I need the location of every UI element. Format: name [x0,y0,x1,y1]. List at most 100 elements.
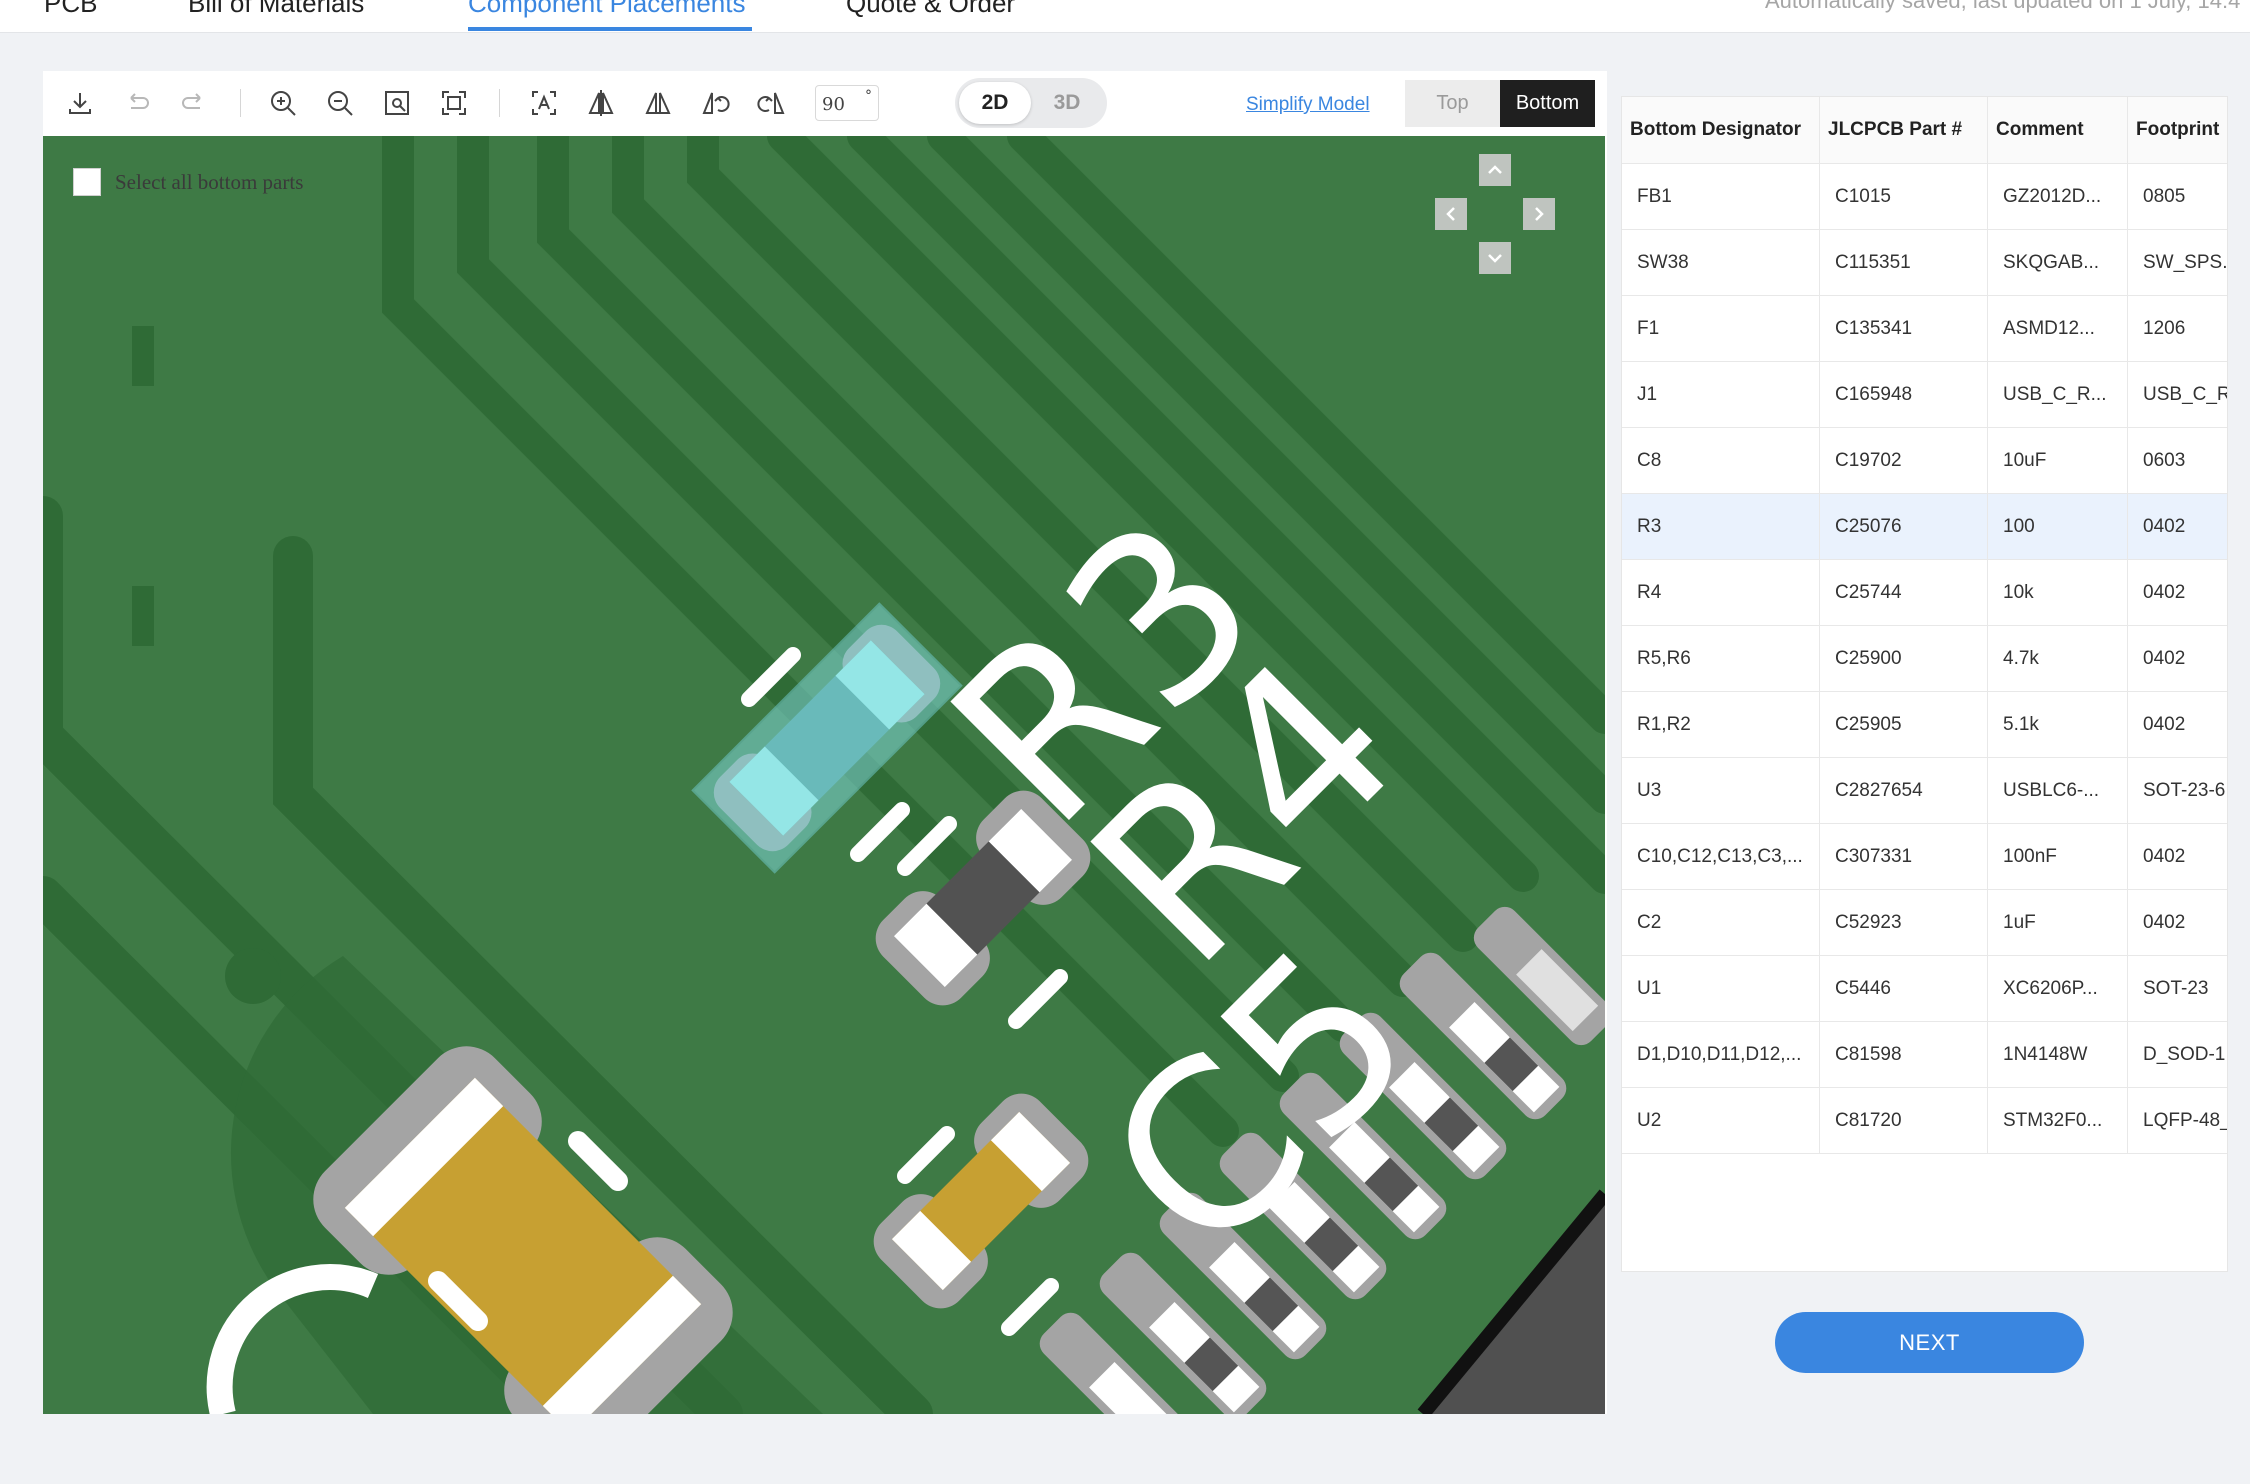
pan-right-icon[interactable] [1523,198,1555,230]
tab-component-placements[interactable]: Component Placements [468,0,745,19]
part-number-cell: C135341 [1819,295,1988,362]
part-number-cell: C25076 [1819,493,1988,560]
simplify-model-link[interactable]: Simplify Model [1246,94,1370,116]
table-row[interactable]: R1,R2 C25905 5.1k 0402 [1622,691,2227,758]
comment-cell: 5.1k [1987,691,2128,758]
part-number-cell: C2827654 [1819,757,1988,824]
table-row[interactable]: D1,D10,D11,D12,...C815981N4148WD_SOD-1..… [1622,1021,2227,1088]
designator-cell: R4 [1622,559,1820,626]
select-all-checkbox[interactable] [73,168,101,196]
designator-cell: R3 [1622,493,1820,560]
footprint-cell: SOT-23-6 [2127,757,2227,824]
toolbar-divider [240,89,241,117]
comment-cell: XC6206P... [1987,955,2128,1022]
top-tab-bar: PCB Bill of Materials Component Placemen… [0,0,2250,33]
tab-bill-of-materials[interactable]: Bill of Materials [188,0,364,19]
tab-quote-and-order[interactable]: Quote & Order [846,0,1015,19]
autosave-status: Automatically saved, last updated on 1 J… [1765,0,2241,13]
column-header-part-number: JLCPCB Part # [1819,97,1988,164]
pcb-canvas[interactable]: R3 R4 C5 Select all bottom parts [43,136,1605,1414]
flip-vertical-icon[interactable] [638,83,678,123]
select-all-label: Select all bottom parts [115,169,304,194]
comment-cell: GZ2012D... [1987,163,2128,230]
part-number-cell: C25744 [1819,559,1988,626]
zoom-in-icon[interactable] [263,83,303,123]
comment-cell: USB_C_R... [1987,361,2128,428]
pan-up-icon[interactable] [1479,154,1511,186]
column-header-designator: Bottom Designator [1622,97,1820,164]
table-row[interactable]: U3 C2827654 USBLC6-... SOT-23-6 [1622,757,2227,824]
footprint-cell: LQFP-48_... [2127,1087,2227,1154]
table-row[interactable]: R4 C25744 10k 0402 [1622,559,2227,626]
column-header-footprint: Footprint [2127,97,2227,164]
table-row[interactable]: R5,R6 C25900 4.7k 0402 [1622,625,2227,692]
undo-icon[interactable] [117,83,157,123]
view-dimension-toggle: 2D 3D [955,78,1107,128]
designator-cell: D1,D10,D11,D12,... [1622,1021,1820,1088]
designator-cell: U3 [1622,757,1820,824]
footprint-cell: 0402 [2127,823,2227,890]
part-number-cell: C25900 [1819,625,1988,692]
part-number-cell: C307331 [1819,823,1988,890]
rotation-angle-value: 90 [822,94,845,115]
comment-cell: 10k [1987,559,2128,626]
table-row[interactable]: F1 C135341 ASMD12... 1206 [1622,295,2227,362]
rotate-right-icon[interactable] [752,83,792,123]
view-2d-button[interactable]: 2D [959,82,1031,124]
footprint-cell: 0402 [2127,889,2227,956]
part-number-cell: C165948 [1819,361,1988,428]
footprint-cell: USB_C_R... [2127,361,2227,428]
table-row[interactable]: FB1 C1015 GZ2012D... 0805 [1622,163,2227,230]
comment-cell: STM32F0... [1987,1087,2128,1154]
view-3d-button[interactable]: 3D [1031,82,1103,124]
pan-down-icon[interactable] [1479,242,1511,274]
placement-editor: 90 ° 2D 3D Simplify Model Top Bottom R3 … [43,71,1607,1414]
select-text-icon[interactable] [524,83,564,123]
flip-horizontal-icon[interactable] [581,83,621,123]
redo-icon[interactable] [174,83,214,123]
footprint-cell: 0402 [2127,493,2227,560]
zoom-out-icon[interactable] [320,83,360,123]
comment-cell: 10uF [1987,427,2128,494]
footprint-cell: 0402 [2127,559,2227,626]
rotation-angle-input[interactable]: 90 ° [815,85,879,121]
footprint-cell: 1206 [2127,295,2227,362]
table-row[interactable]: R3 C25076 100 0402 [1622,493,2227,560]
designator-cell: R5,R6 [1622,625,1820,692]
top-side-button[interactable]: Top [1405,80,1500,127]
pan-left-icon[interactable] [1435,198,1467,230]
table-row[interactable]: U1 C5446 XC6206P... SOT-23 [1622,955,2227,1022]
comment-cell: USBLC6-... [1987,757,2128,824]
designator-cell: SW38 [1622,229,1820,296]
rotation-degree-unit: ° [865,88,872,104]
table-row[interactable]: C10,C12,C13,C3,... C307331 100nF 0402 [1622,823,2227,890]
designator-cell: C10,C12,C13,C3,... [1622,823,1820,890]
editor-toolbar: 90 ° 2D 3D Simplify Model Top Bottom [43,71,1607,135]
next-button[interactable]: NEXT [1775,1312,2084,1373]
download-icon[interactable] [60,83,100,123]
table-row[interactable]: C2 C52923 1uF 0402 [1622,889,2227,956]
active-tab-indicator [468,27,752,31]
designator-cell: U1 [1622,955,1820,1022]
comment-cell: 1N4148W [1987,1021,2128,1088]
table-row[interactable]: C8 C19702 10uF 0603 [1622,427,2227,494]
part-number-cell: C19702 [1819,427,1988,494]
part-number-cell: C81720 [1819,1087,1988,1154]
fit-view-icon[interactable] [434,83,474,123]
toolbar-divider [499,89,500,117]
designator-cell: C8 [1622,427,1820,494]
tab-pcb[interactable]: PCB [44,0,97,19]
table-row[interactable]: SW38C115351SKQGAB...SW_SPS... [1622,229,2227,296]
table-row[interactable]: J1C165948USB_C_R...USB_C_R... [1622,361,2227,428]
zoom-area-icon[interactable] [377,83,417,123]
part-number-cell: C115351 [1819,229,1988,296]
pcb-board-render: R3 R4 C5 [43,136,1605,1414]
table-row[interactable]: U2C81720STM32F0...LQFP-48_... [1622,1087,2227,1154]
comment-cell: 1uF [1987,889,2128,956]
part-number-cell: C52923 [1819,889,1988,956]
footprint-cell: SOT-23 [2127,955,2227,1022]
designator-cell: R1,R2 [1622,691,1820,758]
select-all-bottom-parts[interactable]: Select all bottom parts [73,168,303,196]
rotate-left-icon[interactable] [695,83,735,123]
bottom-side-button[interactable]: Bottom [1500,80,1595,127]
